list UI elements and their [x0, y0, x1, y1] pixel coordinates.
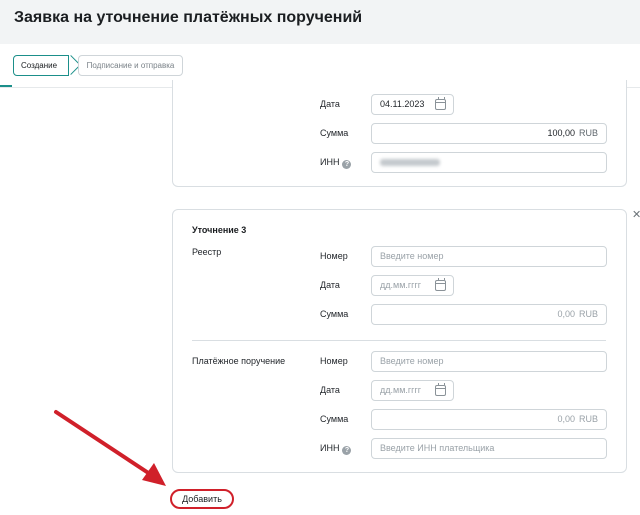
date-field[interactable]: 04.11.2023 [371, 94, 454, 115]
registry-number-input[interactable]: Введите номер [371, 246, 607, 267]
step-create[interactable]: Создание [13, 55, 69, 76]
calendar-icon[interactable] [435, 97, 446, 110]
question-circle-icon[interactable]: ? [342, 160, 352, 169]
section-divider [192, 340, 606, 341]
steps-accent-line [0, 85, 12, 87]
registry-sum-input[interactable]: 0,00 RUB [371, 304, 607, 325]
sum-field[interactable]: 100,00 RUB [371, 123, 607, 144]
payment-sum-input[interactable]: 0,00 RUB [371, 409, 607, 430]
sum-label: Сумма [320, 128, 349, 138]
step-sign-and-send[interactable]: Подписание и отправка [78, 55, 183, 76]
payment-date-placeholder: дд.мм.гггг [380, 385, 422, 395]
payment-order-section-label: Платёжное поручение [192, 356, 286, 366]
calendar-icon[interactable] [435, 383, 446, 396]
sum-value: 100,00 [547, 128, 575, 138]
payment-number-label: Номер [320, 356, 348, 366]
inn-redacted-value [380, 159, 440, 167]
inn-label: ИНН? [320, 157, 352, 169]
registry-sum-value: 0,00 [557, 309, 575, 319]
page-title: Заявка на уточнение платёжных поручений [14, 9, 363, 26]
registry-date-label: Дата [320, 280, 340, 290]
registry-section-label: Реестр [192, 247, 222, 257]
payment-date-label: Дата [320, 385, 340, 395]
question-circle-icon[interactable]: ? [342, 446, 352, 455]
payment-sum-label: Сумма [320, 414, 349, 424]
registry-sum-label: Сумма [320, 309, 349, 319]
close-icon[interactable]: ✕ [632, 208, 640, 221]
payment-number-placeholder: Введите номер [380, 356, 444, 366]
registry-date-input[interactable]: дд.мм.гггг [371, 275, 454, 296]
payment-date-input[interactable]: дд.мм.гггг [371, 380, 454, 401]
currency-label: RUB [578, 309, 598, 319]
payment-inn-input[interactable]: Введите ИНН плательщика [371, 438, 607, 459]
registry-date-placeholder: дд.мм.гггг [380, 280, 422, 290]
currency-label: RUB [578, 128, 598, 138]
date-label: Дата [320, 99, 340, 109]
calendar-icon[interactable] [435, 278, 446, 291]
payment-number-input[interactable]: Введите номер [371, 351, 607, 372]
currency-label: RUB [578, 414, 598, 424]
payment-sum-value: 0,00 [557, 414, 575, 424]
page-header: Заявка на уточнение платёжных поручений [0, 0, 640, 44]
payment-inn-placeholder: Введите ИНН плательщика [380, 443, 495, 453]
date-value: 04.11.2023 [380, 99, 425, 109]
payment-inn-label: ИНН? [320, 443, 352, 455]
add-button[interactable]: Добавить [170, 489, 234, 509]
registry-number-label: Номер [320, 251, 348, 261]
registry-number-placeholder: Введите номер [380, 251, 444, 261]
card-title: Уточнение 3 [192, 225, 247, 235]
inn-field[interactable] [371, 152, 607, 173]
